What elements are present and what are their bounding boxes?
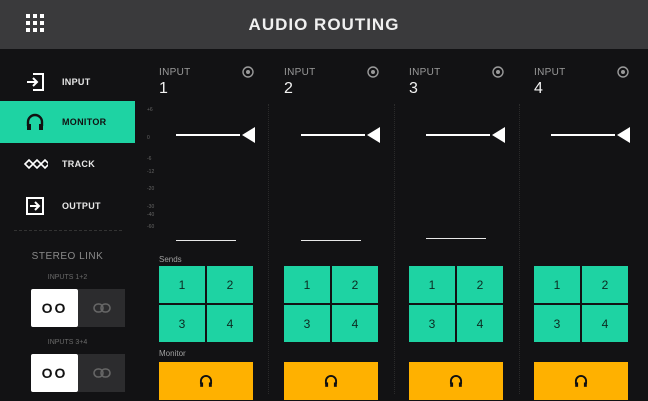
channel-strip: INPUT 4 1 2 3 4: [510, 49, 630, 401]
stereo-on-button[interactable]: OO: [31, 289, 78, 327]
stereo-on-button[interactable]: OO: [31, 354, 78, 392]
monitor-fader[interactable]: [284, 104, 380, 244]
fader-level-line: [426, 134, 490, 136]
level-meter: [426, 238, 486, 239]
link-icon: [92, 303, 111, 313]
channel-number: 4: [534, 80, 543, 97]
monitor-button[interactable]: [284, 362, 378, 400]
fader-handle[interactable]: [492, 127, 505, 143]
stereo-link-toggle-3-4: OO: [31, 354, 125, 392]
sidebar-item-label: OUTPUT: [62, 201, 101, 211]
sidebar: INPUT MONITOR TRACK OUTPUT STEREO LINK I…: [0, 49, 135, 401]
send-button-4[interactable]: 4: [332, 305, 378, 342]
channel-strip: INPUT 1 1 2 3 4: [135, 49, 255, 401]
send-button-1[interactable]: 1: [284, 266, 330, 303]
level-meter: [176, 240, 236, 241]
fader-level-line: [551, 134, 615, 136]
send-button-2[interactable]: 2: [582, 266, 628, 303]
sidebar-item-label: MONITOR: [62, 117, 107, 127]
header-bar: AUDIO ROUTING: [0, 0, 648, 49]
channel-number: 1: [159, 80, 168, 97]
send-button-3[interactable]: 3: [534, 305, 580, 342]
fader-handle[interactable]: [242, 127, 255, 143]
sidebar-item-track[interactable]: TRACK: [0, 143, 135, 185]
sidebar-item-output[interactable]: OUTPUT: [0, 185, 135, 227]
sidebar-item-monitor[interactable]: MONITOR: [0, 101, 135, 143]
channel-strip: INPUT 2 1 2 3 4: [260, 49, 380, 401]
mixer-area: +6 0 -6 -12 -20 -30 -40 -60 Sends Monito…: [135, 49, 648, 401]
monitor-button[interactable]: [534, 362, 628, 400]
sidebar-divider: [14, 230, 122, 231]
headphones-icon: [199, 375, 213, 387]
fader-handle[interactable]: [367, 127, 380, 143]
send-button-3[interactable]: 3: [284, 305, 330, 342]
gain-knob-icon[interactable]: [492, 66, 504, 78]
send-button-1[interactable]: 1: [409, 266, 455, 303]
monitor-button[interactable]: [159, 362, 253, 400]
stereo-link-toggle-1-2: OO: [31, 289, 125, 327]
monitor-fader[interactable]: [534, 104, 630, 244]
gain-knob-icon[interactable]: [367, 66, 379, 78]
level-meter: [301, 240, 361, 241]
send-button-4[interactable]: 4: [457, 305, 503, 342]
channel-number: 3: [409, 80, 418, 97]
headphones-icon: [449, 375, 463, 387]
headphones-icon: [574, 375, 588, 387]
link-icon: [92, 368, 111, 378]
channel-strip: INPUT 3 1 2 3 4: [385, 49, 505, 401]
channel-label: INPUT: [409, 67, 441, 78]
send-button-4[interactable]: 4: [582, 305, 628, 342]
stereo-link-title: STEREO LINK: [31, 251, 104, 262]
headphones-icon: [26, 113, 44, 130]
monitor-fader[interactable]: [159, 104, 255, 244]
monitor-fader[interactable]: [409, 104, 505, 244]
send-button-2[interactable]: 2: [457, 266, 503, 303]
stereo-pair-label: INPUTS 3+4: [47, 339, 88, 346]
input-arrow-icon: [27, 73, 44, 91]
page-title: AUDIO ROUTING: [248, 15, 400, 34]
send-button-1[interactable]: 1: [534, 266, 580, 303]
send-button-1[interactable]: 1: [159, 266, 205, 303]
output-arrow-icon: [26, 197, 44, 215]
stereo-pair-label: INPUTS 1+2: [47, 274, 88, 281]
monitor-button[interactable]: [409, 362, 503, 400]
gain-knob-icon[interactable]: [242, 66, 254, 78]
sidebar-item-label: TRACK: [62, 159, 95, 169]
send-button-3[interactable]: 3: [409, 305, 455, 342]
fader-level-line: [301, 134, 365, 136]
stereo-off-button[interactable]: [78, 289, 125, 327]
send-button-2[interactable]: 2: [332, 266, 378, 303]
sidebar-item-input[interactable]: INPUT: [0, 61, 135, 103]
send-button-2[interactable]: 2: [207, 266, 253, 303]
channel-number: 2: [284, 80, 293, 97]
gain-knob-icon[interactable]: [617, 66, 629, 78]
fader-level-line: [176, 134, 240, 136]
headphones-icon: [324, 375, 338, 387]
channel-label: INPUT: [534, 67, 566, 78]
sidebar-item-label: INPUT: [62, 77, 91, 87]
channel-label: INPUT: [284, 67, 316, 78]
fader-handle[interactable]: [617, 127, 630, 143]
send-button-4[interactable]: 4: [207, 305, 253, 342]
channel-label: INPUT: [159, 67, 191, 78]
track-wave-icon: [23, 158, 48, 170]
stereo-off-button[interactable]: [78, 354, 125, 392]
send-button-3[interactable]: 3: [159, 305, 205, 342]
